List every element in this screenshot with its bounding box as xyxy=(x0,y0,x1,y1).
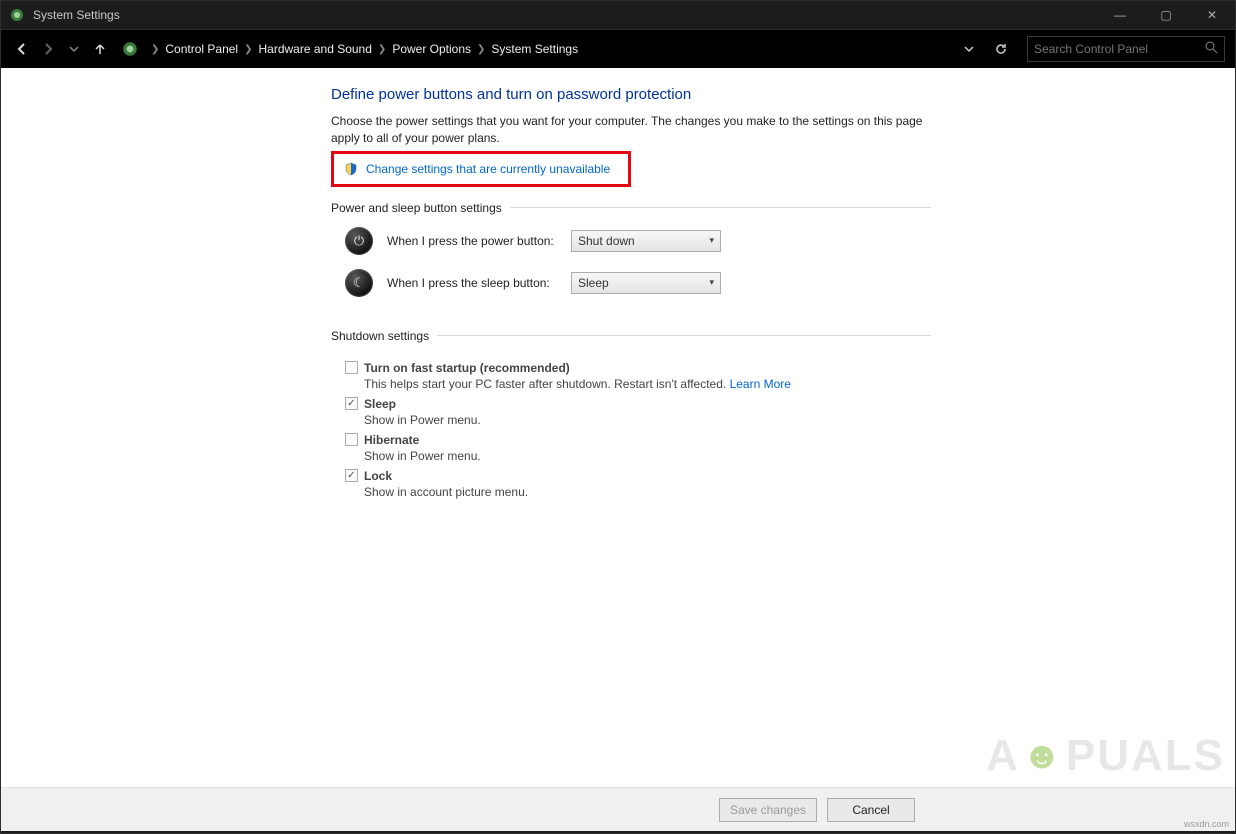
power-button-select[interactable]: Shut down ▾ xyxy=(571,230,721,252)
sleep-button-value: Sleep xyxy=(578,276,609,290)
power-sleep-group: Power and sleep button settings ⏻ When I… xyxy=(331,201,931,315)
history-dropdown[interactable] xyxy=(63,38,85,60)
forward-button[interactable] xyxy=(37,38,59,60)
navbar: ❯ Control Panel ❯ Hardware and Sound ❯ P… xyxy=(0,30,1236,68)
lock-label: Lock xyxy=(364,469,392,483)
lock-description: Show in account picture menu. xyxy=(364,485,931,499)
power-button-value: Shut down xyxy=(578,234,635,248)
change-settings-link[interactable]: Change settings that are currently unava… xyxy=(366,162,610,176)
search-box[interactable] xyxy=(1027,36,1225,62)
save-changes-button[interactable]: Save changes xyxy=(719,798,817,822)
back-button[interactable] xyxy=(11,38,33,60)
window-title: System Settings xyxy=(33,8,120,22)
search-icon[interactable] xyxy=(1205,41,1218,57)
sleep-icon: ☾ xyxy=(345,269,373,297)
attribution-text: wsxdn.com xyxy=(1184,819,1229,829)
chevron-down-icon: ▾ xyxy=(709,277,714,288)
sleep-button-label: When I press the sleep button: xyxy=(387,276,557,290)
footer-bar: Save changes Cancel xyxy=(1,787,1235,831)
hibernate-checkbox[interactable] xyxy=(345,433,358,446)
lock-checkbox[interactable] xyxy=(345,469,358,482)
chevron-right-icon: ❯ xyxy=(372,44,392,55)
highlight-annotation: Change settings that are currently unava… xyxy=(331,151,631,187)
power-button-label: When I press the power button: xyxy=(387,234,557,248)
page-description: Choose the power settings that you want … xyxy=(331,113,931,147)
breadcrumb-power-options[interactable]: Power Options xyxy=(392,42,471,56)
close-button[interactable]: ✕ xyxy=(1189,0,1235,30)
maximize-button[interactable]: ▢ xyxy=(1143,0,1189,30)
shield-icon xyxy=(344,162,358,176)
power-icon: ⏻ xyxy=(345,227,373,255)
fast-startup-description: This helps start your PC faster after sh… xyxy=(364,377,931,391)
minimize-button[interactable]: — xyxy=(1097,0,1143,30)
search-input[interactable] xyxy=(1034,42,1205,56)
fast-startup-label: Turn on fast startup (recommended) xyxy=(364,361,570,375)
learn-more-link[interactable]: Learn More xyxy=(730,377,791,391)
location-icon xyxy=(121,40,139,58)
fast-startup-checkbox[interactable] xyxy=(345,361,358,374)
shutdown-settings-group: Shutdown settings Turn on fast startup (… xyxy=(331,329,931,509)
watermark-face-icon: ☻ xyxy=(1022,735,1064,778)
chevron-right-icon: ❯ xyxy=(145,44,165,55)
titlebar: System Settings — ▢ ✕ xyxy=(0,0,1236,30)
chevron-down-icon: ▾ xyxy=(709,235,714,246)
chevron-right-icon: ❯ xyxy=(471,44,491,55)
up-button[interactable] xyxy=(89,38,111,60)
address-dropdown[interactable] xyxy=(957,37,981,61)
hibernate-label: Hibernate xyxy=(364,433,419,447)
content-area: Define power buttons and turn on passwor… xyxy=(0,68,1236,831)
sleep-description: Show in Power menu. xyxy=(364,413,931,427)
sleep-label: Sleep xyxy=(364,397,396,411)
breadcrumb-system-settings[interactable]: System Settings xyxy=(491,42,578,56)
sleep-checkbox[interactable] xyxy=(345,397,358,410)
shutdown-settings-legend: Shutdown settings xyxy=(331,329,437,343)
watermark-logo: A ☻ PUALS xyxy=(986,731,1225,781)
cancel-button[interactable]: Cancel xyxy=(827,798,915,822)
power-sleep-legend: Power and sleep button settings xyxy=(331,201,510,215)
sleep-button-select[interactable]: Sleep ▾ xyxy=(571,272,721,294)
app-icon xyxy=(9,7,25,23)
chevron-right-icon: ❯ xyxy=(238,44,258,55)
breadcrumb-hardware-sound[interactable]: Hardware and Sound xyxy=(259,42,372,56)
window-controls: — ▢ ✕ xyxy=(1097,0,1235,30)
refresh-button[interactable] xyxy=(989,37,1013,61)
page-title: Define power buttons and turn on passwor… xyxy=(331,86,931,103)
breadcrumb-control-panel[interactable]: Control Panel xyxy=(165,42,238,56)
nav-arrows xyxy=(11,38,111,60)
hibernate-description: Show in Power menu. xyxy=(364,449,931,463)
